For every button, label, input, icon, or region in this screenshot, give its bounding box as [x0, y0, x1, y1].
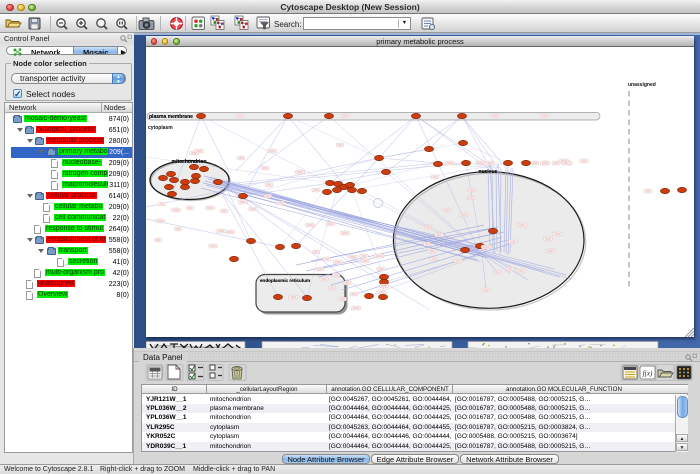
svg-text:nucleus: nucleus [479, 169, 498, 175]
svg-text:unassigned: unassigned [628, 82, 656, 88]
svg-text:mitochondrion: mitochondrion [172, 159, 207, 165]
svg-text:endoplasmic reticulum: endoplasmic reticulum [260, 278, 310, 283]
svg-text:plasma membrane: plasma membrane [149, 114, 193, 120]
svg-text:cytoplasm: cytoplasm [148, 125, 173, 131]
svg-text:f(x): f(x) [643, 370, 653, 378]
